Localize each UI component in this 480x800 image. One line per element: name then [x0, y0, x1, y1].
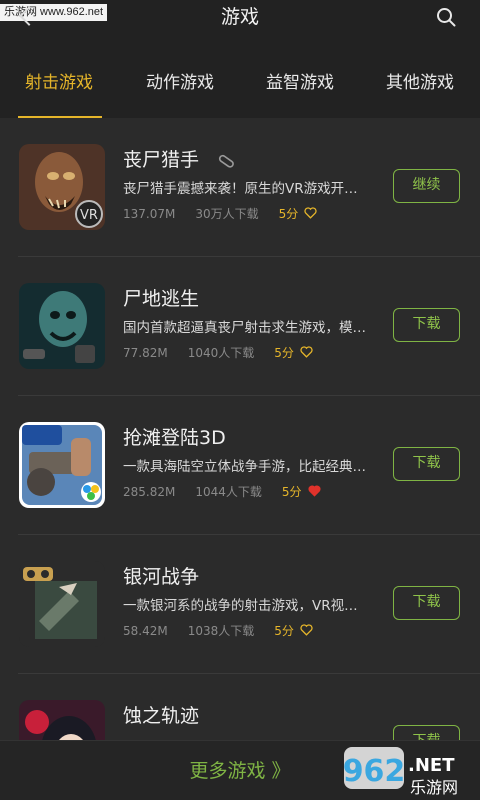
svg-text:乐游网: 乐游网: [410, 778, 458, 797]
continue-button[interactable]: 继续: [393, 169, 460, 203]
heart-outline-icon[interactable]: [300, 624, 313, 636]
download-button[interactable]: 下载: [393, 725, 460, 740]
heart-outline-icon[interactable]: [300, 346, 313, 358]
game-name: 银河战争: [123, 566, 200, 588]
download-button[interactable]: 下载: [393, 447, 460, 481]
game-meta: 285.82M 1044人下载 5分: [123, 484, 321, 500]
game-size: 285.82M: [123, 485, 176, 499]
app-header: 乐游网 www.962.net 游戏: [0, 0, 480, 50]
game-name: 蚀之轨迹: [123, 705, 200, 727]
watermark-logo: 962 .NET 乐游网: [343, 747, 458, 797]
game-rating: 5分: [274, 346, 294, 360]
game-size: 58.42M: [123, 624, 168, 638]
game-size: 77.82M: [123, 346, 168, 360]
game-thumbnail[interactable]: [19, 700, 105, 740]
game-description: 国内首款超逼真丧尸射击求生游戏，模…: [123, 320, 366, 336]
game-rating: 5分: [274, 624, 294, 638]
game-description: 一款具海陆空立体战争手游，比起经典…: [123, 459, 366, 475]
download-count: 30万人下载: [195, 207, 259, 221]
download-count: 1038人下载: [187, 624, 255, 638]
svg-text:VR: VR: [80, 208, 98, 223]
game-description: 一款银河系的战争的射击游戏，VR视…: [123, 598, 358, 614]
bottom-bar: 更多游戏 》 962 .NET 乐游网: [0, 740, 480, 800]
page-title: 游戏: [220, 6, 259, 28]
tab-other[interactable]: 其他游戏: [386, 72, 454, 94]
svg-text:962: 962: [343, 754, 406, 789]
svg-text:.NET: .NET: [408, 755, 455, 776]
game-thumbnail[interactable]: [19, 422, 105, 508]
category-tabs: 射击游戏 动作游戏 益智游戏 其他游戏: [0, 50, 480, 119]
game-name: 尸地逃生: [123, 288, 200, 310]
list-item[interactable]: 抢滩登陆3D 一款具海陆空立体战争手游，比起经典… 285.82M 1044人下载…: [0, 396, 480, 535]
list-item[interactable]: 蚀之轨迹 下载: [0, 674, 480, 740]
game-meta: 77.82M 1040人下载 5分: [123, 345, 313, 361]
game-meta: 137.07M 30万人下载 5分: [123, 206, 317, 222]
tab-puzzle[interactable]: 益智游戏: [266, 72, 334, 94]
game-list: VR 丧尸猎手 丧尸猎手震撼来袭！原生的VR游戏开… 137.07M 30万人下载…: [0, 118, 480, 740]
list-item[interactable]: 银河战争 一款银河系的战争的射击游戏，VR视… 58.42M 1038人下载 5分 …: [0, 535, 480, 674]
capsule-icon: [218, 154, 234, 168]
download-count: 1044人下载: [195, 485, 262, 499]
download-count: 1040人下载: [187, 346, 255, 360]
game-name: 丧尸猎手: [123, 149, 200, 171]
game-size: 137.07M: [123, 207, 176, 221]
game-meta: 58.42M 1038人下载 5分: [123, 623, 313, 639]
tab-shooting[interactable]: 射击游戏: [25, 72, 93, 94]
download-button[interactable]: 下载: [393, 586, 460, 620]
list-item[interactable]: VR 丧尸猎手 丧尸猎手震撼来袭！原生的VR游戏开… 137.07M 30万人下载…: [0, 118, 480, 257]
game-name: 抢滩登陆3D: [123, 427, 226, 449]
heart-outline-icon[interactable]: [304, 207, 317, 219]
tab-action[interactable]: 动作游戏: [146, 72, 214, 94]
game-rating: 5分: [278, 207, 299, 221]
list-item[interactable]: 尸地逃生 国内首款超逼真丧尸射击求生游戏，模… 77.82M 1040人下载 5分 …: [0, 257, 480, 396]
game-thumbnail[interactable]: VR: [19, 144, 105, 230]
game-rating: 5分: [281, 485, 302, 499]
download-button[interactable]: 下载: [393, 308, 460, 342]
heart-filled-icon[interactable]: [308, 485, 321, 497]
game-thumbnail[interactable]: [19, 561, 105, 647]
game-description: 丧尸猎手震撼来袭！原生的VR游戏开…: [123, 181, 358, 197]
search-icon[interactable]: [436, 7, 456, 27]
game-thumbnail[interactable]: [19, 283, 105, 369]
